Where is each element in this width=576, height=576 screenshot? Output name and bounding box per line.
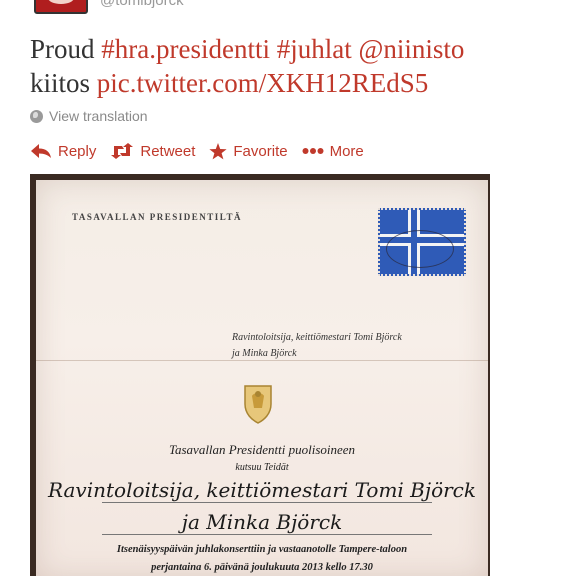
- more-label: More: [329, 142, 364, 160]
- more-button[interactable]: More: [302, 143, 364, 160]
- media-link[interactable]: pic.twitter.com/XKH12REdS5: [97, 68, 428, 98]
- tweet-header: @tomibjorck: [0, 0, 576, 24]
- invitation-line: perjantaina 6. päivänä joulukuuta 2013 k…: [151, 562, 373, 573]
- invitation-line: kutsuu Teidät: [235, 462, 289, 473]
- letterhead: TASAVALLAN PRESIDENTILTÄ: [72, 212, 242, 222]
- favorite-label: Favorite: [233, 142, 288, 160]
- recipient-address: Ravintoloitsija, keittiömestari Tomi Bjö…: [232, 330, 402, 362]
- tweet-text-part: kiitos: [30, 68, 97, 98]
- retweet-icon: [111, 143, 134, 159]
- globe-icon: [30, 109, 43, 123]
- coat-of-arms-icon: [244, 385, 272, 424]
- user-handle[interactable]: @tomibjorck: [100, 0, 184, 9]
- hashtag-link[interactable]: #juhlat: [277, 34, 352, 64]
- invitation-line: Tasavallan Presidentti puolisoineen: [168, 442, 356, 457]
- more-dots-icon: [302, 148, 324, 154]
- divider: [102, 502, 432, 503]
- retweet-button[interactable]: Retweet: [110, 143, 195, 160]
- star-icon: [209, 142, 227, 159]
- retweet-label: Retweet: [140, 142, 196, 160]
- reply-label: Reply: [58, 142, 97, 160]
- address-line: ja Minka Björck: [232, 348, 297, 359]
- tweet-text-part: [270, 34, 277, 64]
- hashtag-link[interactable]: #hra.presidentti: [101, 34, 270, 64]
- avatar[interactable]: [34, 0, 88, 14]
- handwritten-name: ja Minka Björck: [181, 510, 343, 534]
- mention-link[interactable]: @niinisto: [358, 34, 464, 64]
- reply-button[interactable]: Reply: [30, 143, 96, 160]
- tweet-text-part: Proud: [30, 34, 102, 64]
- view-translation[interactable]: View translation: [30, 106, 148, 126]
- reply-icon: [31, 144, 51, 158]
- tweet-photo[interactable]: TASAVALLAN PRESIDENTILTÄ Ravintoloitsija…: [30, 174, 490, 576]
- invitation-card: TASAVALLAN PRESIDENTILTÄ Ravintoloitsija…: [36, 180, 488, 576]
- invitation-line: Itsenäisyyspäivän juhlakonserttiin ja va…: [116, 544, 408, 555]
- address-line: Ravintoloitsija, keittiömestari Tomi Bjö…: [232, 332, 402, 343]
- tweet-actions: Reply Retweet Favorite More: [30, 140, 378, 162]
- favorite-button[interactable]: Favorite: [209, 142, 288, 160]
- divider: [102, 534, 432, 535]
- postmark-icon: [386, 230, 454, 268]
- handwritten-name: Ravintoloitsija, keittiömestari Tomi Bjö…: [47, 478, 477, 502]
- view-translation-label: View translation: [49, 108, 148, 124]
- tweet-text: Proud #hra.presidentti #juhlat @niinisto…: [30, 32, 560, 100]
